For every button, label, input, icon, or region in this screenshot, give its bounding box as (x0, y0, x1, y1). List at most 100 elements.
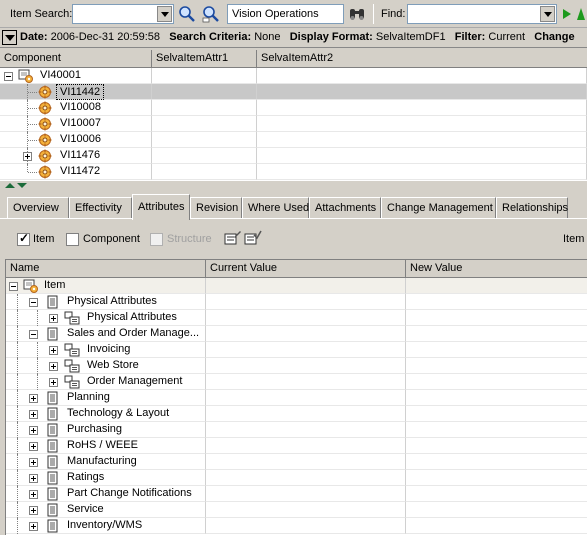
expand-icon[interactable] (49, 362, 58, 371)
tree-line (17, 406, 18, 422)
item-checkbox[interactable] (17, 231, 30, 246)
column-header-name[interactable]: Name (6, 260, 206, 277)
tree-line (17, 470, 18, 486)
chevron-down-icon[interactable] (540, 6, 555, 22)
attribute-row[interactable]: Invoicing (6, 342, 587, 358)
collapse-icon[interactable] (4, 72, 13, 81)
tab-relationships[interactable]: Relationships (496, 197, 568, 219)
attribute-group-icon (46, 519, 60, 533)
column-header-attr1[interactable]: SelvaItemAttr1 (152, 50, 257, 67)
attribute-section-icon (64, 359, 80, 373)
expand-icon[interactable] (29, 474, 38, 483)
component-row[interactable]: VI10007 (0, 116, 587, 132)
date-label: Date: (20, 31, 48, 43)
tab-attributes[interactable]: Attributes (132, 194, 190, 220)
expand-icon[interactable] (29, 506, 38, 515)
attribute-row[interactable]: Purchasing (6, 422, 587, 438)
edit-attributes-icon[interactable] (224, 229, 242, 247)
tab-where-used[interactable]: Where Used (242, 197, 309, 219)
collapse-icon[interactable] (29, 330, 38, 339)
grid-cell (406, 326, 587, 342)
attribute-row[interactable]: RoHS / WEEE (6, 438, 587, 454)
expand-icon[interactable] (29, 458, 38, 467)
tree-line (17, 518, 18, 534)
chevron-down-icon[interactable] (157, 6, 172, 22)
component-label: VI10008 (60, 101, 101, 113)
binoculars-icon[interactable] (348, 5, 366, 23)
attribute-row[interactable]: Ratings (6, 470, 587, 486)
grid-cell (257, 148, 587, 164)
pane-splitter[interactable] (0, 181, 587, 189)
attribute-row[interactable]: Manufacturing (6, 454, 587, 470)
column-header-new-value[interactable]: New Value (406, 260, 587, 277)
column-header-component[interactable]: Component (0, 50, 152, 67)
tab-attachments[interactable]: Attachments (309, 197, 381, 219)
find-prev-icon[interactable] (576, 6, 587, 22)
advanced-search-icon[interactable] (202, 5, 220, 23)
attribute-row[interactable]: Part Change Notifications (6, 486, 587, 502)
attribute-row[interactable]: Physical Attributes (6, 294, 587, 310)
tab-overview[interactable]: Overview (7, 197, 69, 219)
expand-icon[interactable] (29, 394, 38, 403)
component-row[interactable]: VI11442 (0, 84, 587, 100)
attribute-group-icon (46, 295, 60, 309)
attribute-row[interactable]: Service (6, 502, 587, 518)
attribute-row[interactable]: Web Store (6, 358, 587, 374)
tab-effectivity[interactable]: Effectivity (69, 197, 132, 219)
grid-cell (152, 84, 257, 100)
expand-icon[interactable] (29, 410, 38, 419)
column-header-attr2[interactable]: SelvaItemAttr2 (257, 50, 587, 67)
item-search-combo[interactable] (72, 4, 174, 24)
attribute-label: Order Management (87, 375, 183, 387)
tree-line (17, 342, 18, 358)
collapse-icon[interactable] (29, 298, 38, 307)
tree-line (37, 374, 38, 390)
expand-icon[interactable] (29, 490, 38, 499)
find-next-icon[interactable] (561, 8, 573, 20)
collapse-arrow-icon[interactable] (2, 30, 17, 45)
organization-field[interactable]: Vision Operations (227, 4, 344, 24)
attribute-group-icon (46, 503, 60, 517)
splitter-arrows-icon[interactable] (5, 182, 29, 189)
attribute-row[interactable]: Item (6, 278, 587, 294)
component-row[interactable]: VI40001 (0, 68, 587, 84)
grid-cell (206, 310, 406, 326)
view-attributes-icon[interactable] (244, 229, 262, 247)
column-header-current-value[interactable]: Current Value (206, 260, 406, 277)
find-combo[interactable] (407, 4, 557, 24)
expand-icon[interactable] (49, 346, 58, 355)
attribute-group-icon (46, 439, 60, 453)
grid-cell (406, 310, 587, 326)
grid-cell (406, 374, 587, 390)
component-checkbox[interactable] (66, 233, 79, 246)
attribute-row[interactable]: Physical Attributes (6, 310, 587, 326)
attribute-row[interactable]: Order Management (6, 374, 587, 390)
grid-cell (257, 132, 587, 148)
structure-checkbox[interactable] (150, 233, 163, 246)
attribute-row[interactable]: Sales and Order Manage... (6, 326, 587, 342)
expand-icon[interactable] (29, 426, 38, 435)
attribute-row[interactable]: Planning (6, 390, 587, 406)
tab-strip: Overview Effectivity Attributes Revision Whe… (0, 189, 587, 220)
assembly-icon (18, 69, 33, 83)
component-row[interactable]: VI11472 (0, 164, 587, 180)
expand-icon[interactable] (23, 152, 32, 161)
attribute-group-icon (46, 407, 60, 421)
collapse-icon[interactable] (9, 282, 18, 291)
component-row[interactable]: VI10008 (0, 100, 587, 116)
component-label: VI11472 (60, 165, 101, 177)
attribute-row[interactable]: Technology & Layout (6, 406, 587, 422)
expand-icon[interactable] (29, 522, 38, 531)
attribute-section-icon (64, 343, 80, 357)
attribute-label: Physical Attributes (87, 311, 177, 323)
component-row[interactable]: VI10006 (0, 132, 587, 148)
tree-line (37, 358, 38, 374)
attribute-row[interactable]: Inventory/WMS (6, 518, 587, 534)
expand-icon[interactable] (49, 314, 58, 323)
search-icon[interactable] (178, 5, 196, 23)
expand-icon[interactable] (29, 442, 38, 451)
tab-revision[interactable]: Revision (190, 197, 242, 219)
expand-icon[interactable] (49, 378, 58, 387)
tab-change-management[interactable]: Change Management (381, 197, 496, 219)
component-row[interactable]: VI11476 (0, 148, 587, 164)
